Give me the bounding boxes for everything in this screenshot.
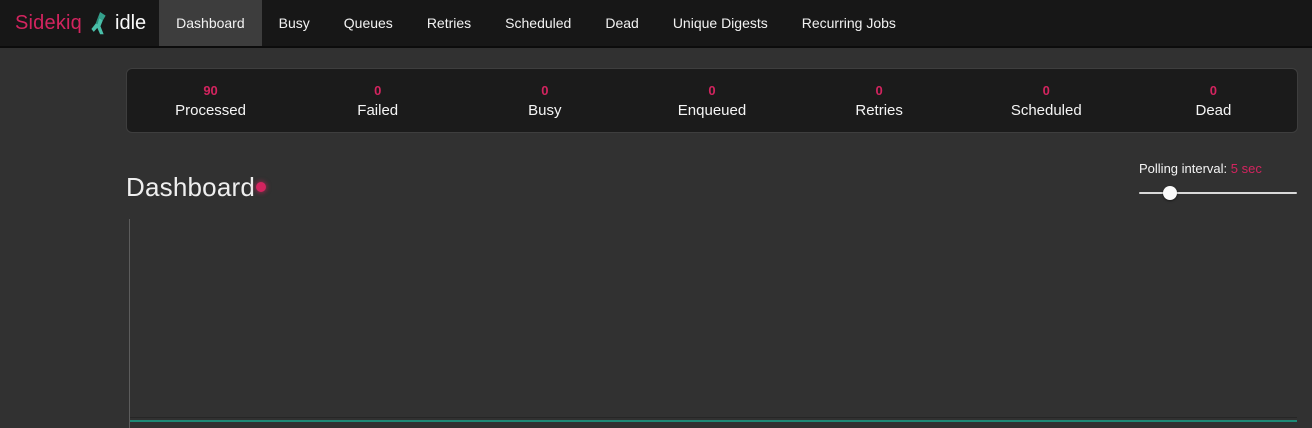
live-beacon-dot — [256, 182, 266, 192]
page-title: Dashboard — [126, 172, 255, 203]
stat-enqueued-label: Enqueued — [678, 103, 746, 118]
stat-processed-label: Processed — [175, 103, 246, 118]
nav-tab-queues[interactable]: Queues — [327, 0, 410, 46]
nav-tab-retries[interactable]: Retries — [410, 0, 488, 46]
stat-retries: 0 Retries — [796, 69, 963, 132]
stat-scheduled-label: Scheduled — [1011, 103, 1082, 118]
stat-dead: 0 Dead — [1130, 69, 1297, 132]
stat-scheduled: 0 Scheduled — [963, 69, 1130, 132]
sidekiq-brand[interactable]: Sidekiq idle — [0, 0, 159, 46]
brand-logo-text: Sidekiq — [15, 12, 82, 35]
stat-failed: 0 Failed — [294, 69, 461, 132]
realtime-chart — [129, 219, 1297, 428]
stat-dead-label: Dead — [1195, 103, 1231, 118]
polling-value-text: 5 sec — [1231, 161, 1262, 176]
summary-stats-bar: 90 Processed 0 Failed 0 Busy 0 Enqueued … — [126, 68, 1298, 133]
chart-processed-line — [130, 420, 1297, 422]
stat-busy-label: Busy — [528, 103, 561, 118]
stat-dead-value: 0 — [1210, 84, 1217, 97]
nav-tab-busy[interactable]: Busy — [262, 0, 327, 46]
stat-retries-value: 0 — [876, 84, 883, 97]
stat-failed-value: 0 — [374, 84, 381, 97]
stat-scheduled-value: 0 — [1043, 84, 1050, 97]
nav-tab-recurring-jobs[interactable]: Recurring Jobs — [785, 0, 913, 46]
polling-interval-label: Polling interval: 5 sec — [1139, 161, 1298, 176]
nav-tab-scheduled[interactable]: Scheduled — [488, 0, 588, 46]
polling-interval-control: Polling interval: 5 sec — [1139, 161, 1298, 194]
status-text: idle — [115, 12, 146, 35]
stat-retries-label: Retries — [855, 103, 903, 118]
stat-processed-value: 90 — [203, 84, 217, 97]
stat-enqueued: 0 Enqueued — [628, 69, 795, 132]
sidekiq-ninja-icon — [89, 12, 108, 35]
stat-failed-label: Failed — [357, 103, 398, 118]
stat-busy: 0 Busy — [461, 69, 628, 132]
top-navbar: Sidekiq idle Dashboard Busy Queues Retri… — [0, 0, 1312, 48]
nav-tab-dead[interactable]: Dead — [588, 0, 655, 46]
chart-gridline — [130, 417, 1297, 418]
polling-label-text: Polling interval: — [1139, 161, 1227, 176]
stat-busy-value: 0 — [541, 84, 548, 97]
stat-enqueued-value: 0 — [708, 84, 715, 97]
nav-tab-dashboard[interactable]: Dashboard — [159, 0, 262, 46]
stat-processed: 90 Processed — [127, 69, 294, 132]
nav-tab-unique-digests[interactable]: Unique Digests — [656, 0, 785, 46]
polling-interval-slider[interactable] — [1139, 192, 1297, 194]
nav-tabs: Dashboard Busy Queues Retries Scheduled … — [159, 0, 913, 46]
